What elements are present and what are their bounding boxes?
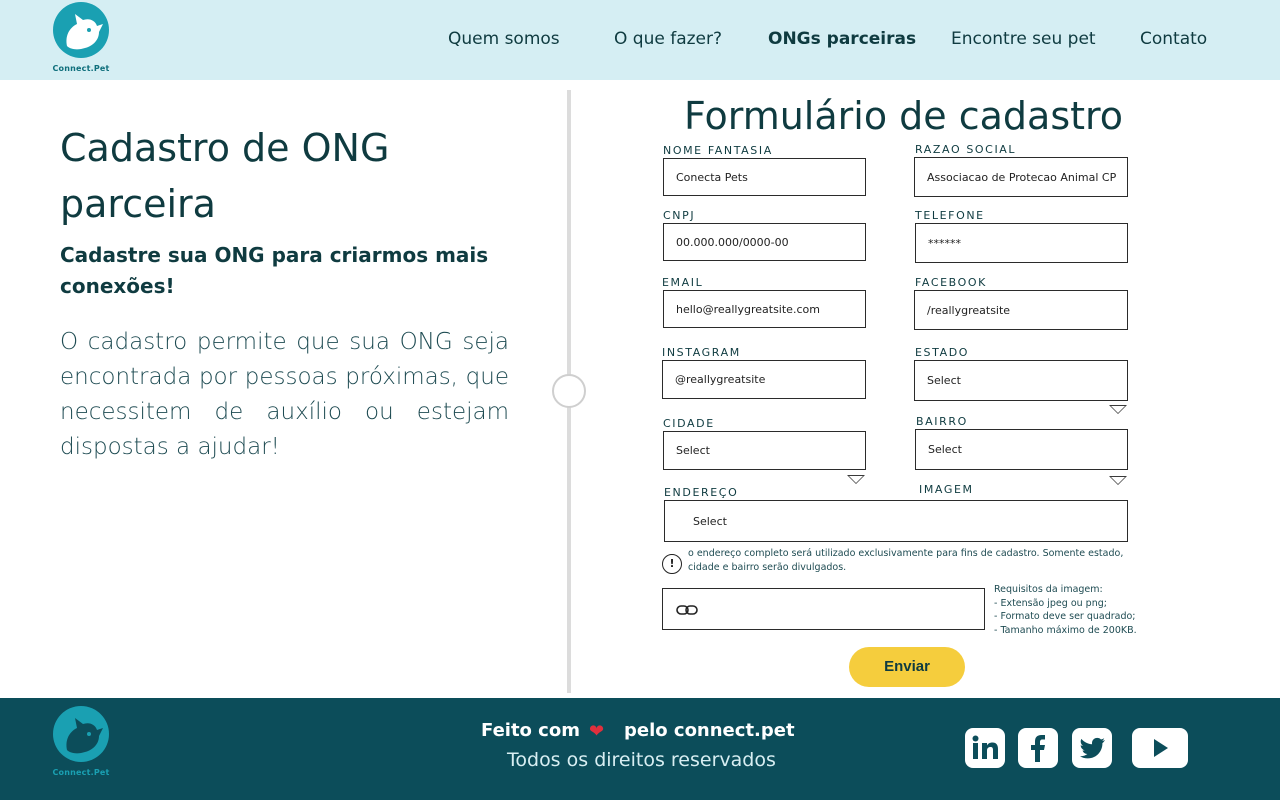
endereco-input[interactable]: Select [664, 500, 1128, 542]
link-icon [676, 605, 698, 615]
made-by-text: pelo connect.pet [624, 720, 795, 741]
label-facebook: FACEBOOK [915, 276, 987, 289]
logo[interactable]: Connect.Pet [50, 2, 112, 73]
cnpj-input[interactable]: 00.000.000/0000-00 [663, 223, 866, 261]
header: Connect.Pet Quem somos O que fazer? ONGs… [0, 0, 1280, 80]
cidade-select[interactable]: Select [663, 431, 866, 470]
requirement-size: - Tamanho máximo de 200KB. [994, 624, 1137, 636]
image-upload-field[interactable] [662, 588, 985, 630]
page-description: O cadastro permite que sua ONG seja enco… [60, 329, 509, 460]
email-input[interactable]: hello@reallygreatsite.com [663, 290, 866, 328]
twitter-icon[interactable] [1072, 728, 1112, 768]
footer-logo-text: Connect.Pet [52, 768, 110, 777]
label-email: EMAIL [662, 276, 704, 289]
nav-ongs-parceiras[interactable]: ONGs parceiras [768, 29, 916, 49]
footer: Connect.Pet Feito com ❤ pelo connect.pet… [0, 698, 1280, 800]
address-info-text: o endereço completo será utilizado exclu… [688, 548, 1124, 573]
label-endereco: ENDEREÇO [664, 486, 739, 499]
nome-fantasia-input[interactable]: Conecta Pets [663, 158, 866, 196]
youtube-icon[interactable] [1132, 728, 1188, 768]
requirement-format: - Formato deve ser quadrado; [994, 611, 1136, 622]
label-cnpj: CNPJ [663, 209, 696, 222]
instagram-input[interactable]: @reallygreatsite [662, 360, 866, 399]
label-cidade: CIDADE [663, 417, 715, 430]
submit-button[interactable]: Enviar [849, 647, 965, 687]
image-requirements: Requisitos da imagem: - Extensão jpeg ou… [994, 583, 1137, 637]
label-razao-social: RAZAO SOCIAL [915, 143, 1017, 156]
nav-quem-somos[interactable]: Quem somos [448, 29, 560, 49]
page-subtitle: Cadastre sua ONG para criarmos mais cone… [60, 243, 489, 298]
page-title: Cadastro de ONG parceira [60, 126, 390, 226]
estado-dropdown-icon[interactable] [1109, 405, 1127, 414]
linkedin-icon[interactable] [965, 728, 1005, 768]
bairro-select[interactable]: Select [915, 429, 1128, 470]
estado-select[interactable]: Select [914, 360, 1128, 401]
heart-icon: ❤ [589, 721, 605, 742]
pet-logo-icon [53, 706, 109, 762]
label-instagram: INSTAGRAM [662, 346, 741, 359]
facebook-input[interactable]: /reallygreatsite [914, 290, 1128, 330]
divider-handle[interactable] [552, 374, 586, 408]
footer-logo[interactable]: Connect.Pet [50, 706, 112, 777]
info-icon: ! [662, 554, 682, 574]
form-title: Formulário de cadastro [684, 94, 1124, 138]
razao-social-input[interactable]: Associacao de Protecao Animal CP [914, 157, 1128, 197]
logo-text: Connect.Pet [52, 64, 110, 73]
label-imagem: IMAGEM [919, 483, 974, 496]
label-telefone: TELEFONE [915, 209, 985, 222]
nav-o-que-fazer[interactable]: O que fazer? [614, 29, 722, 49]
nav-contato[interactable]: Contato [1140, 29, 1207, 49]
nav-encontre-seu-pet[interactable]: Encontre seu pet [951, 29, 1096, 49]
label-nome-fantasia: NOME FANTASIA [663, 144, 773, 157]
requirements-title: Requisitos da imagem: [994, 584, 1103, 595]
label-estado: ESTADO [915, 346, 970, 359]
telefone-input[interactable]: ****** [915, 223, 1128, 263]
facebook-icon[interactable] [1018, 728, 1058, 768]
pet-logo-icon [53, 2, 109, 58]
made-with-text: Feito com [481, 720, 580, 741]
requirement-extension: - Extensão jpeg ou png; [994, 597, 1107, 609]
rights-text: Todos os direitos reservados [507, 749, 776, 771]
bairro-dropdown-icon[interactable] [1109, 476, 1127, 485]
cidade-dropdown-icon[interactable] [847, 475, 865, 484]
label-bairro: BAIRRO [916, 415, 968, 428]
